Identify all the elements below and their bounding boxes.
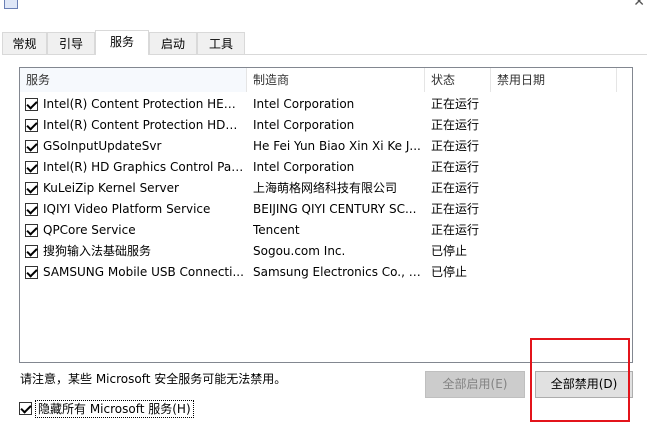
service-checkbox[interactable] <box>25 266 38 279</box>
service-status: 正在运行 <box>431 139 480 153</box>
service-checkbox[interactable] <box>25 203 38 216</box>
service-name: Intel(R) Content Protection HECI ... <box>43 97 244 111</box>
service-manufacturer: Intel Corporation <box>253 160 355 174</box>
service-row[interactable]: SAMSUNG Mobile USB Connecti... Samsung El… <box>20 262 632 283</box>
service-checkbox[interactable] <box>25 182 38 195</box>
service-checkbox[interactable] <box>25 161 38 174</box>
tab-services[interactable]: 服务 <box>95 30 149 55</box>
enable-all-button[interactable]: 全部启用(E) <box>425 371 525 398</box>
service-checkbox[interactable] <box>25 119 38 132</box>
title-bar: ✕ <box>0 0 647 28</box>
service-manufacturer: Tencent <box>253 223 300 237</box>
service-name: KuLeiZip Kernel Server <box>43 181 179 195</box>
service-status: 正在运行 <box>431 97 480 111</box>
service-status: 正在运行 <box>431 118 480 132</box>
app-icon <box>4 0 18 9</box>
service-manufacturer: Samsung Electronics Co., L... <box>253 265 425 279</box>
service-row[interactable]: KuLeiZip Kernel Server 上海萌格网络科技有限公司 正在运行 <box>20 178 632 199</box>
service-name: Intel(R) HD Graphics Control Pan... <box>43 160 244 174</box>
tab-general[interactable]: 常规 <box>2 32 47 54</box>
services-list[interactable]: 服务 制造商 状态 禁用日期 Intel(R) Content Protecti… <box>19 67 633 363</box>
service-status: 已停止 <box>431 265 468 279</box>
service-status: 正在运行 <box>431 223 480 237</box>
close-icon[interactable]: ✕ <box>633 0 645 10</box>
service-checkbox[interactable] <box>25 224 38 237</box>
tab-boot[interactable]: 引导 <box>47 32 95 54</box>
service-manufacturer: 上海萌格网络科技有限公司 <box>253 181 398 195</box>
service-name: GSoInputUpdateSvr <box>43 139 162 153</box>
service-checkbox[interactable] <box>25 140 38 153</box>
service-name: Intel(R) Content Protection HDCP... <box>43 118 244 132</box>
security-note: 请注意，某些 Microsoft 安全服务可能无法禁用。 <box>20 372 287 386</box>
tab-tools[interactable]: 工具 <box>197 32 245 54</box>
service-row[interactable]: Intel(R) HD Graphics Control Pan... Intel… <box>20 157 632 178</box>
service-status: 正在运行 <box>431 181 480 195</box>
service-name: IQIYI Video Platform Service <box>43 202 211 216</box>
hide-microsoft-services-label[interactable]: 隐藏所有 Microsoft 服务(H) <box>35 400 194 418</box>
service-manufacturer: Intel Corporation <box>253 97 355 111</box>
service-name: QPCore Service <box>43 223 136 237</box>
service-row[interactable]: 搜狗输入法基础服务 Sogou.com Inc. 已停止 <box>20 241 632 262</box>
column-status[interactable]: 状态 <box>425 68 491 92</box>
service-row[interactable]: GSoInputUpdateSvr He Fei Yun Biao Xin Xi … <box>20 136 632 157</box>
service-checkbox[interactable] <box>25 98 38 111</box>
service-row[interactable]: Intel(R) Content Protection HECI ... Inte… <box>20 94 632 115</box>
service-name: 搜狗输入法基础服务 <box>43 244 152 258</box>
service-status: 正在运行 <box>431 202 480 216</box>
highlight-box <box>530 338 630 422</box>
service-row[interactable]: IQIYI Video Platform Service BEIJING QIYI… <box>20 199 632 220</box>
tab-startup[interactable]: 启动 <box>149 32 197 54</box>
service-manufacturer: Sogou.com Inc. <box>253 244 346 258</box>
hide-microsoft-services-checkbox[interactable] <box>19 402 32 415</box>
service-row[interactable]: Intel(R) Content Protection HDCP... Intel… <box>20 115 632 136</box>
service-manufacturer: He Fei Yun Biao Xin Xi Ke J... <box>253 139 421 153</box>
service-manufacturer: BEIJING QIYI CENTURY SC... <box>253 202 417 216</box>
column-disabled-date[interactable]: 禁用日期 <box>491 68 617 92</box>
service-checkbox[interactable] <box>25 245 38 258</box>
service-manufacturer: Intel Corporation <box>253 118 355 132</box>
service-status: 正在运行 <box>431 160 480 174</box>
service-status: 已停止 <box>431 244 468 258</box>
column-service[interactable]: 服务 <box>20 68 247 92</box>
column-manufacturer[interactable]: 制造商 <box>247 68 425 92</box>
service-row[interactable]: QPCore Service Tencent 正在运行 <box>20 220 632 241</box>
list-header: 服务 制造商 状态 禁用日期 <box>20 68 632 92</box>
service-name: SAMSUNG Mobile USB Connecti... <box>43 265 244 279</box>
